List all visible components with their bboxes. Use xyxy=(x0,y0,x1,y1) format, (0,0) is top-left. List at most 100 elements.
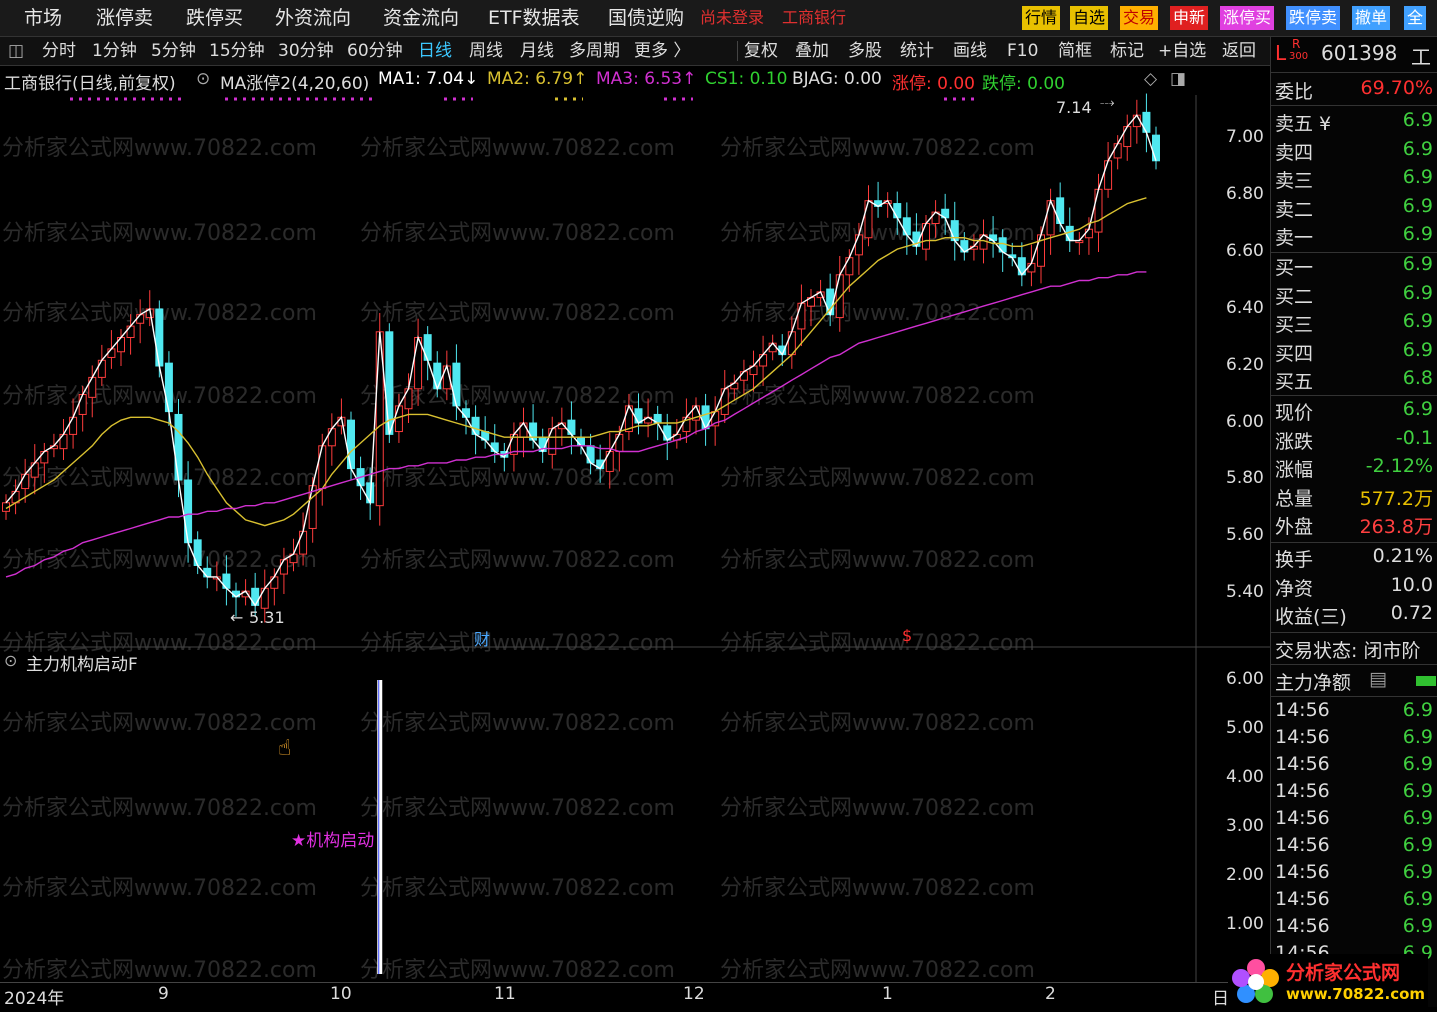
candle-up xyxy=(1094,188,1103,233)
candle-up xyxy=(327,428,336,447)
indicator-collapse-icon[interactable]: ⊙ xyxy=(4,651,17,670)
tick-price: 6.9 xyxy=(1402,699,1433,721)
r-mark: R xyxy=(1292,37,1301,51)
indicator-group xyxy=(377,680,383,974)
candle-up xyxy=(797,302,806,330)
candle-up xyxy=(299,530,308,555)
weibi-row: 委比 69.70% xyxy=(1275,77,1435,105)
candle-down xyxy=(174,413,183,481)
candle-down xyxy=(423,334,432,361)
candle-down xyxy=(586,445,595,464)
extra-row: 换手 0.21% xyxy=(1275,545,1435,573)
candle-up xyxy=(759,354,768,367)
candle-down xyxy=(577,436,585,447)
indicator-tick: 4.00 xyxy=(1226,767,1264,787)
tick-time: 14:56 xyxy=(1275,861,1330,883)
candle-up xyxy=(97,359,106,378)
dollar-marker[interactable]: $ xyxy=(902,626,912,645)
candle-up xyxy=(126,325,135,339)
quote-panel: L R 300 601398 工 委比 69.70% 卖五 ¥6.9 卖四 6.9 卖… xyxy=(1270,37,1437,1007)
candle-up xyxy=(414,337,423,390)
price-tick: 6.40 xyxy=(1226,298,1264,318)
tick-time: 14:56 xyxy=(1275,915,1330,937)
candle-down xyxy=(471,416,480,435)
candle-up xyxy=(136,314,145,324)
candle-up xyxy=(279,559,288,575)
tick-row: 14:56 6.9 xyxy=(1275,834,1435,862)
quote-value: 577.2万 xyxy=(1359,487,1433,510)
candle-down xyxy=(184,479,193,544)
candle-up xyxy=(864,200,873,239)
candle-up xyxy=(260,587,269,609)
tick-row: 14:56 6.9 xyxy=(1275,699,1435,727)
quote-label: 总量 xyxy=(1275,487,1314,510)
ask-row: 卖四 6.9 xyxy=(1275,138,1435,166)
btn-dt-sell[interactable]: 跌停卖 xyxy=(1286,6,1341,30)
quote-label: 现价 xyxy=(1275,402,1314,424)
btn-all[interactable]: 全 xyxy=(1404,6,1427,30)
candle-up xyxy=(548,428,557,455)
list-icon[interactable]: ▤ xyxy=(1369,668,1387,690)
tick-time: 14:56 xyxy=(1275,834,1330,856)
candle-up xyxy=(1123,126,1132,148)
kline-chart[interactable] xyxy=(0,0,1270,1008)
quote-label: 涨幅 xyxy=(1275,459,1314,482)
candle-up xyxy=(78,394,87,415)
tick-price: 6.9 xyxy=(1402,753,1433,775)
extra-label: 净资 xyxy=(1275,577,1314,600)
bid-value: 6.8 xyxy=(1402,367,1433,390)
bid-row: 买五 6.8 xyxy=(1275,367,1435,395)
ask-label: 卖五 ¥ xyxy=(1275,113,1332,135)
ma-line-ma1 xyxy=(5,113,1157,607)
candle-down xyxy=(1056,197,1065,225)
hand-cursor-icon: ☝ xyxy=(278,736,292,761)
candle-down xyxy=(462,408,470,418)
tick-price: 6.9 xyxy=(1402,888,1433,910)
tick-time: 14:56 xyxy=(1275,753,1330,775)
ma-lines-group xyxy=(5,113,1157,607)
quote-value: 6.9 xyxy=(1402,398,1433,420)
quote-row: 外盘 263.8万 xyxy=(1275,512,1435,540)
flow-row: 主力净额 ▤ xyxy=(1275,668,1436,696)
quote-row: 涨跌 -0.1 xyxy=(1275,427,1435,455)
btn-cancel[interactable]: 撤单 xyxy=(1352,6,1391,30)
bid-row: 买一 6.9 xyxy=(1275,253,1435,281)
indicator-tick: 2.00 xyxy=(1226,865,1264,885)
candle-down xyxy=(347,419,355,470)
bid-value: 6.9 xyxy=(1402,253,1433,275)
logo: 分析家公式网 www.70822.com xyxy=(1228,954,1428,1008)
finance-marker[interactable]: 财 xyxy=(474,626,490,650)
indicator-bar xyxy=(377,680,383,974)
logo-title: 分析家公式网 xyxy=(1286,962,1401,984)
candle-down xyxy=(452,362,461,407)
quote-row: 涨幅 -2.12% xyxy=(1275,455,1435,483)
tick-time: 14:56 xyxy=(1275,807,1330,829)
candle-up xyxy=(768,342,777,353)
date-tick: 11 xyxy=(494,984,516,1004)
low-arrow-icon: ← xyxy=(230,608,244,627)
date-tick: 日 xyxy=(1212,989,1229,1009)
candle-up xyxy=(922,223,930,250)
ask-label: 卖三 xyxy=(1275,170,1314,193)
trade-status-row: 交易状态: 闭市阶 xyxy=(1275,636,1435,664)
tick-price: 6.9 xyxy=(1402,726,1433,748)
indicator-panel-title[interactable]: 主力机构启动F xyxy=(26,650,138,675)
stock-code: 601398 xyxy=(1321,41,1398,65)
tick-row: 14:56 6.9 xyxy=(1275,726,1435,754)
weibi-label: 委比 xyxy=(1275,81,1314,103)
candle-down xyxy=(490,442,499,453)
bid-label: 买三 xyxy=(1275,314,1314,337)
candle-up xyxy=(854,234,863,256)
indicator-tick: 6.00 xyxy=(1226,669,1264,689)
price-tick: 6.20 xyxy=(1226,355,1264,375)
candle-up xyxy=(1027,262,1036,273)
candle-up xyxy=(69,416,78,435)
candle-up xyxy=(21,473,30,490)
candle-up xyxy=(605,451,614,472)
tick-time: 14:56 xyxy=(1275,726,1330,748)
flow-label[interactable]: 主力净额 xyxy=(1275,668,1351,695)
flow-bar xyxy=(1416,676,1436,686)
candle-up xyxy=(739,371,748,381)
ask-label: 卖四 xyxy=(1275,141,1314,164)
candles-group xyxy=(2,93,1160,623)
